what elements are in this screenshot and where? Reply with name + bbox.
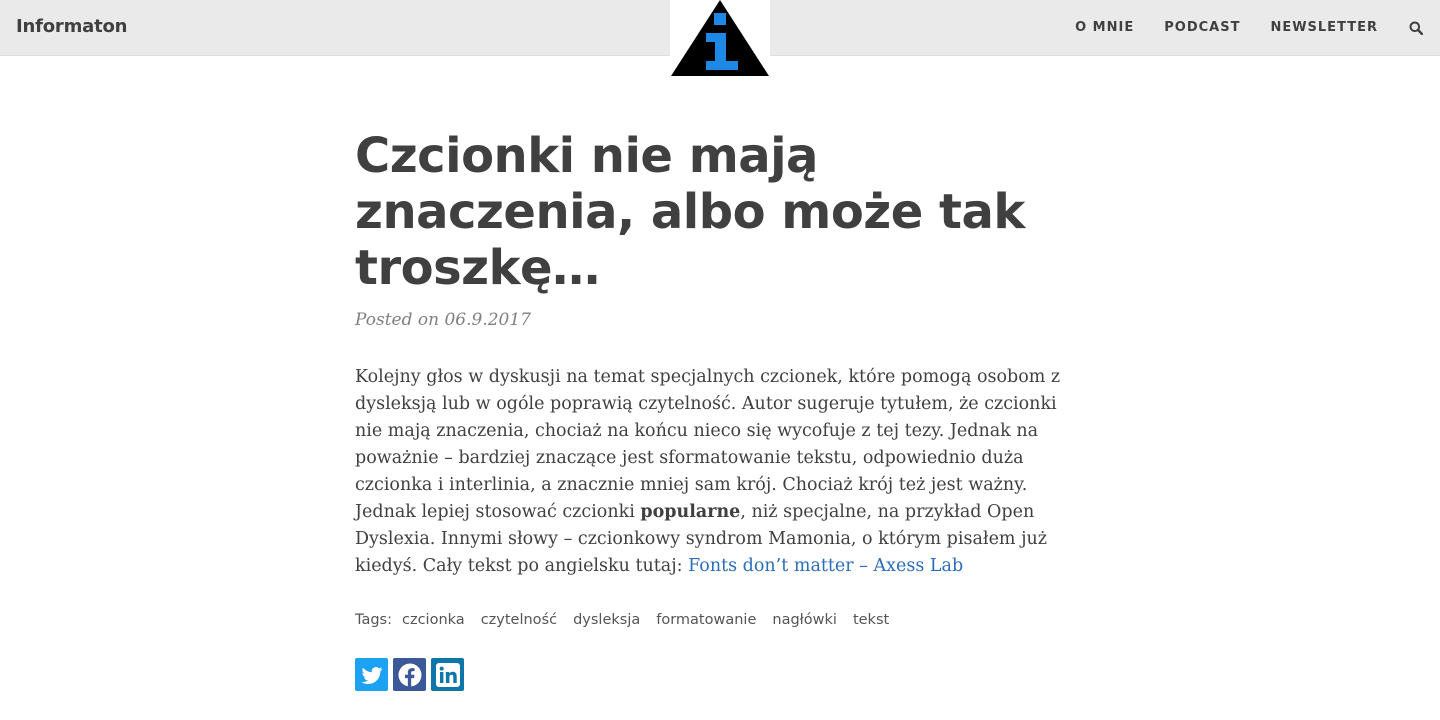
post-body: Kolejny głos w dyskusji na temat specjal…	[355, 364, 1083, 580]
post-tags: Tags: czcionka czytelność dysleksja form…	[355, 612, 1085, 628]
tag-link[interactable]: tekst	[853, 612, 889, 628]
tag-link[interactable]: czcionka	[402, 612, 465, 628]
post-meta: Posted on 06.9.2017	[355, 310, 531, 330]
facebook-icon	[398, 663, 421, 686]
post-title: Czcionki nie mają znaczenia, albo może t…	[355, 128, 1025, 296]
site-brand-link[interactable]: Informaton	[16, 16, 127, 37]
navbar: Informaton O MNIE PODCAST NEWSLETTER	[0, 0, 1440, 77]
tag-link[interactable]: nagłówki	[772, 612, 837, 628]
share-twitter-button[interactable]	[355, 658, 388, 691]
search-button[interactable]	[1408, 20, 1424, 36]
share-buttons	[355, 658, 1085, 691]
tag-link[interactable]: formatowanie	[656, 612, 756, 628]
share-facebook-button[interactable]	[393, 658, 426, 691]
nav-link-o-mnie[interactable]: O MNIE	[1075, 20, 1134, 35]
nav-link-podcast[interactable]: PODCAST	[1164, 20, 1240, 35]
source-article-link[interactable]: Fonts don’t matter – Axess Lab	[688, 556, 963, 576]
main-nav: O MNIE PODCAST NEWSLETTER	[1045, 0, 1424, 55]
share-linkedin-button[interactable]	[431, 658, 464, 691]
linkedin-icon	[435, 662, 460, 687]
site-logo[interactable]	[670, 0, 770, 77]
tag-link[interactable]: czytelność	[481, 612, 557, 628]
tag-link[interactable]: dysleksja	[573, 612, 640, 628]
tags-label: Tags:	[355, 612, 392, 628]
search-icon	[1409, 21, 1423, 35]
post-article: Czcionki nie mają znaczenia, albo może t…	[355, 128, 1085, 691]
nav-link-newsletter[interactable]: NEWSLETTER	[1270, 20, 1378, 35]
post-body-bold: popularne	[640, 502, 741, 522]
post-body-text: Kolejny głos w dyskusji na temat specjal…	[355, 367, 1061, 522]
twitter-icon	[361, 666, 382, 684]
information-icon	[671, 0, 769, 76]
